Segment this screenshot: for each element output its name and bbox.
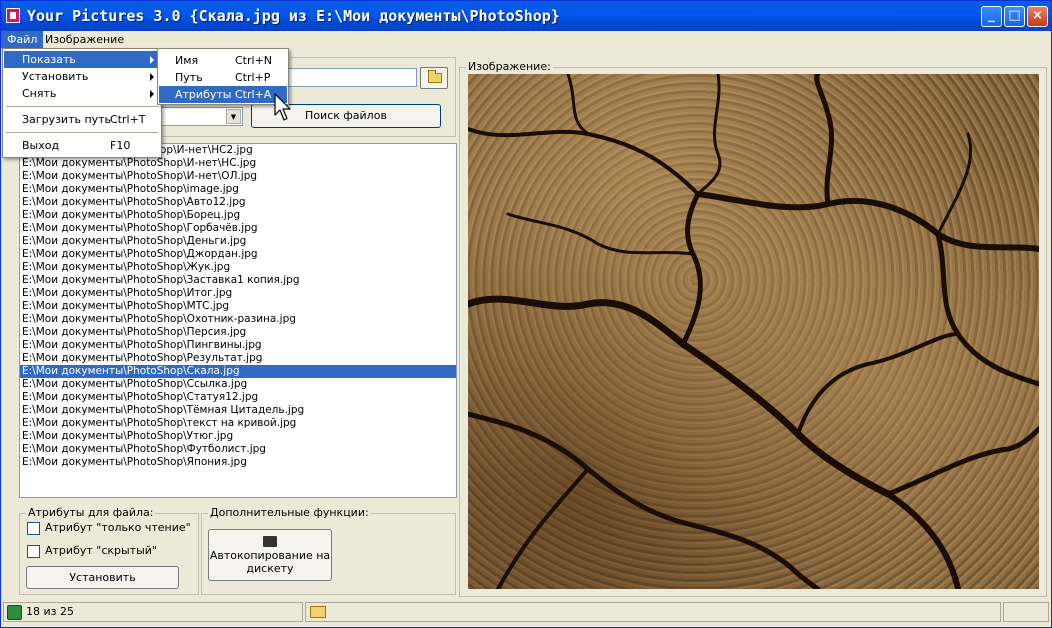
- status-path-panel: [305, 602, 1001, 622]
- app-window: Your Pictures 3.0 {Скала.jpg из E:\Мои д…: [0, 0, 1052, 628]
- status-count-panel: 18 из 25: [3, 602, 303, 622]
- file-menu-show[interactable]: Показать: [4, 51, 160, 68]
- list-item[interactable]: E:\Мои документы\PhotoShop\Деньги.jpg: [20, 235, 456, 248]
- file-menu-exit[interactable]: Выход F10: [4, 137, 160, 154]
- file-menu-exit-shortcut: F10: [110, 139, 131, 152]
- show-name-shortcut: Ctrl+N: [235, 54, 273, 67]
- file-menu-set[interactable]: Установить: [4, 68, 160, 85]
- browse-folder-button[interactable]: [420, 67, 448, 89]
- list-item[interactable]: E:\Мои документы\PhotoShop\Жук.jpg: [20, 261, 456, 274]
- rock-cracks: [468, 74, 1039, 589]
- image-preview: [468, 74, 1039, 589]
- list-item[interactable]: E:\Мои документы\PhotoShop\Ссылка.jpg: [20, 378, 456, 391]
- file-menu-remove[interactable]: Снять: [4, 85, 160, 102]
- submenu-arrow-icon: [150, 73, 154, 81]
- list-item[interactable]: E:\Мои документы\PhotoShop\Джордан.jpg: [20, 248, 456, 261]
- file-menu: Показать Установить Снять Загрузить путь…: [2, 48, 162, 158]
- folder-icon: [310, 606, 326, 618]
- autocopy-floppy-button[interactable]: Автокопирование на дискету: [208, 529, 332, 581]
- menu-file[interactable]: Файл: [1, 31, 44, 48]
- file-menu-show-label: Показать: [22, 53, 76, 66]
- list-item[interactable]: E:\Мои документы\PhotoShop\Охотник-разин…: [20, 313, 456, 326]
- show-name-label: Имя: [175, 54, 199, 67]
- readonly-checkbox[interactable]: [27, 521, 40, 535]
- hidden-checkbox-row[interactable]: Атрибут "скрытый": [27, 543, 157, 559]
- list-item[interactable]: E:\Мои документы\PhotoShop\image.jpg: [20, 183, 456, 196]
- list-item[interactable]: E:\Мои документы\PhotoShop\Борец.jpg: [20, 209, 456, 222]
- list-item[interactable]: E:\Мои документы\PhotoShop\Горбачёв.jpg: [20, 222, 456, 235]
- menu-separator: [6, 132, 158, 133]
- file-menu-set-label: Установить: [22, 70, 89, 83]
- list-item[interactable]: E:\Мои документы\PhotoShop\Авто12.jpg: [20, 196, 456, 209]
- readonly-checkbox-row[interactable]: Атрибут "только чтение": [27, 520, 191, 536]
- show-submenu: Имя Ctrl+N Путь Ctrl+P Атрибуты Ctrl+A: [157, 48, 289, 105]
- status-count: 18 из 25: [26, 605, 74, 618]
- set-attributes-button[interactable]: Установить: [26, 566, 179, 589]
- show-path-label: Путь: [175, 71, 203, 84]
- minimize-button[interactable]: _: [981, 6, 1002, 27]
- menu-separator: [6, 106, 158, 107]
- list-item[interactable]: E:\Мои документы\PhotoShop\Итог.jpg: [20, 287, 456, 300]
- list-item-selected[interactable]: E:\Мои документы\PhotoShop\Скала.jpg: [20, 365, 456, 378]
- file-menu-exit-label: Выход: [22, 139, 60, 152]
- status-bar: 18 из 25: [1, 601, 1051, 625]
- image-group-label: Изображение:: [466, 60, 553, 73]
- menu-bar: Файл Изображение: [1, 31, 1051, 48]
- list-item[interactable]: E:\Мои документы\PhotoShop\текст на крив…: [20, 417, 456, 430]
- maximize-button[interactable]: □: [1004, 6, 1025, 27]
- autocopy-label-line2: дискету: [246, 562, 294, 575]
- folder-icon: [428, 70, 442, 83]
- list-item[interactable]: E:\Мои документы\PhotoShop\И-нет\ОЛ.jpg: [20, 170, 456, 183]
- file-menu-load-path-shortcut: Ctrl+T: [110, 113, 146, 126]
- submenu-arrow-icon: [150, 56, 154, 64]
- menu-image[interactable]: Изображение: [39, 31, 130, 48]
- list-item[interactable]: E:\Мои документы\PhotoShop\МТС.jpg: [20, 300, 456, 313]
- window-title: Your Pictures 3.0 {Скала.jpg из E:\Мои д…: [27, 7, 560, 25]
- hidden-checkbox[interactable]: [27, 544, 40, 558]
- show-name-item[interactable]: Имя Ctrl+N: [159, 52, 287, 69]
- show-attributes-label: Атрибуты: [175, 88, 232, 101]
- show-path-shortcut: Ctrl+P: [235, 71, 271, 84]
- mouse-pointer-icon: [274, 93, 291, 121]
- list-item[interactable]: E:\Мои документы\PhotoShop\Персия.jpg: [20, 326, 456, 339]
- file-menu-load-path-label: Загрузить путь: [22, 113, 112, 126]
- readonly-label: Атрибут "только чтение": [45, 521, 191, 534]
- file-menu-remove-label: Снять: [22, 87, 57, 100]
- list-item[interactable]: E:\Мои документы\PhotoShop\Утюг.jpg: [20, 430, 456, 443]
- file-list[interactable]: ор\И-нет\НС2.jpg E:\Мои документы\PhotoS…: [19, 143, 457, 498]
- file-type-combo[interactable]: ▼: [161, 107, 243, 126]
- list-item[interactable]: E:\Мои документы\PhotoShop\Футболист.jpg: [20, 443, 456, 456]
- extra-functions-label: Дополнительные функции:: [208, 506, 371, 519]
- show-attributes-shortcut: Ctrl+A: [235, 88, 272, 101]
- list-item[interactable]: E:\Мои документы\PhotoShop\Япония.jpg: [20, 456, 456, 469]
- file-menu-load-path[interactable]: Загрузить путь Ctrl+T: [4, 111, 160, 128]
- chevron-down-icon[interactable]: ▼: [226, 109, 241, 124]
- magnifier-icon: [7, 604, 22, 620]
- attributes-group-label: Атрибуты для файла:: [26, 506, 156, 519]
- app-icon[interactable]: [6, 8, 20, 23]
- submenu-arrow-icon: [150, 90, 154, 98]
- list-item[interactable]: E:\Мои документы\PhotoShop\Заставка1 коп…: [20, 274, 456, 287]
- list-item[interactable]: E:\Мои документы\PhotoShop\И-нет\НС.jpg: [20, 157, 456, 170]
- show-attributes-item[interactable]: Атрибуты Ctrl+A: [159, 86, 287, 103]
- close-button[interactable]: ×: [1027, 6, 1048, 27]
- list-item[interactable]: E:\Мои документы\PhotoShop\Статуя12.jpg: [20, 391, 456, 404]
- list-item[interactable]: E:\Мои документы\PhotoShop\Тёмная Цитаде…: [20, 404, 456, 417]
- list-item[interactable]: E:\Мои документы\PhotoShop\Пингвины.jpg: [20, 339, 456, 352]
- status-extra-panel: [1003, 602, 1049, 622]
- show-path-item[interactable]: Путь Ctrl+P: [159, 69, 287, 86]
- list-item[interactable]: E:\Мои документы\PhotoShop\Результат.jpg: [20, 352, 456, 365]
- disk-stack-icon: [263, 536, 277, 547]
- title-bar[interactable]: Your Pictures 3.0 {Скала.jpg из E:\Мои д…: [1, 1, 1051, 31]
- autocopy-label-line1: Автокопирование на: [209, 549, 331, 562]
- hidden-label: Атрибут "скрытый": [45, 544, 157, 557]
